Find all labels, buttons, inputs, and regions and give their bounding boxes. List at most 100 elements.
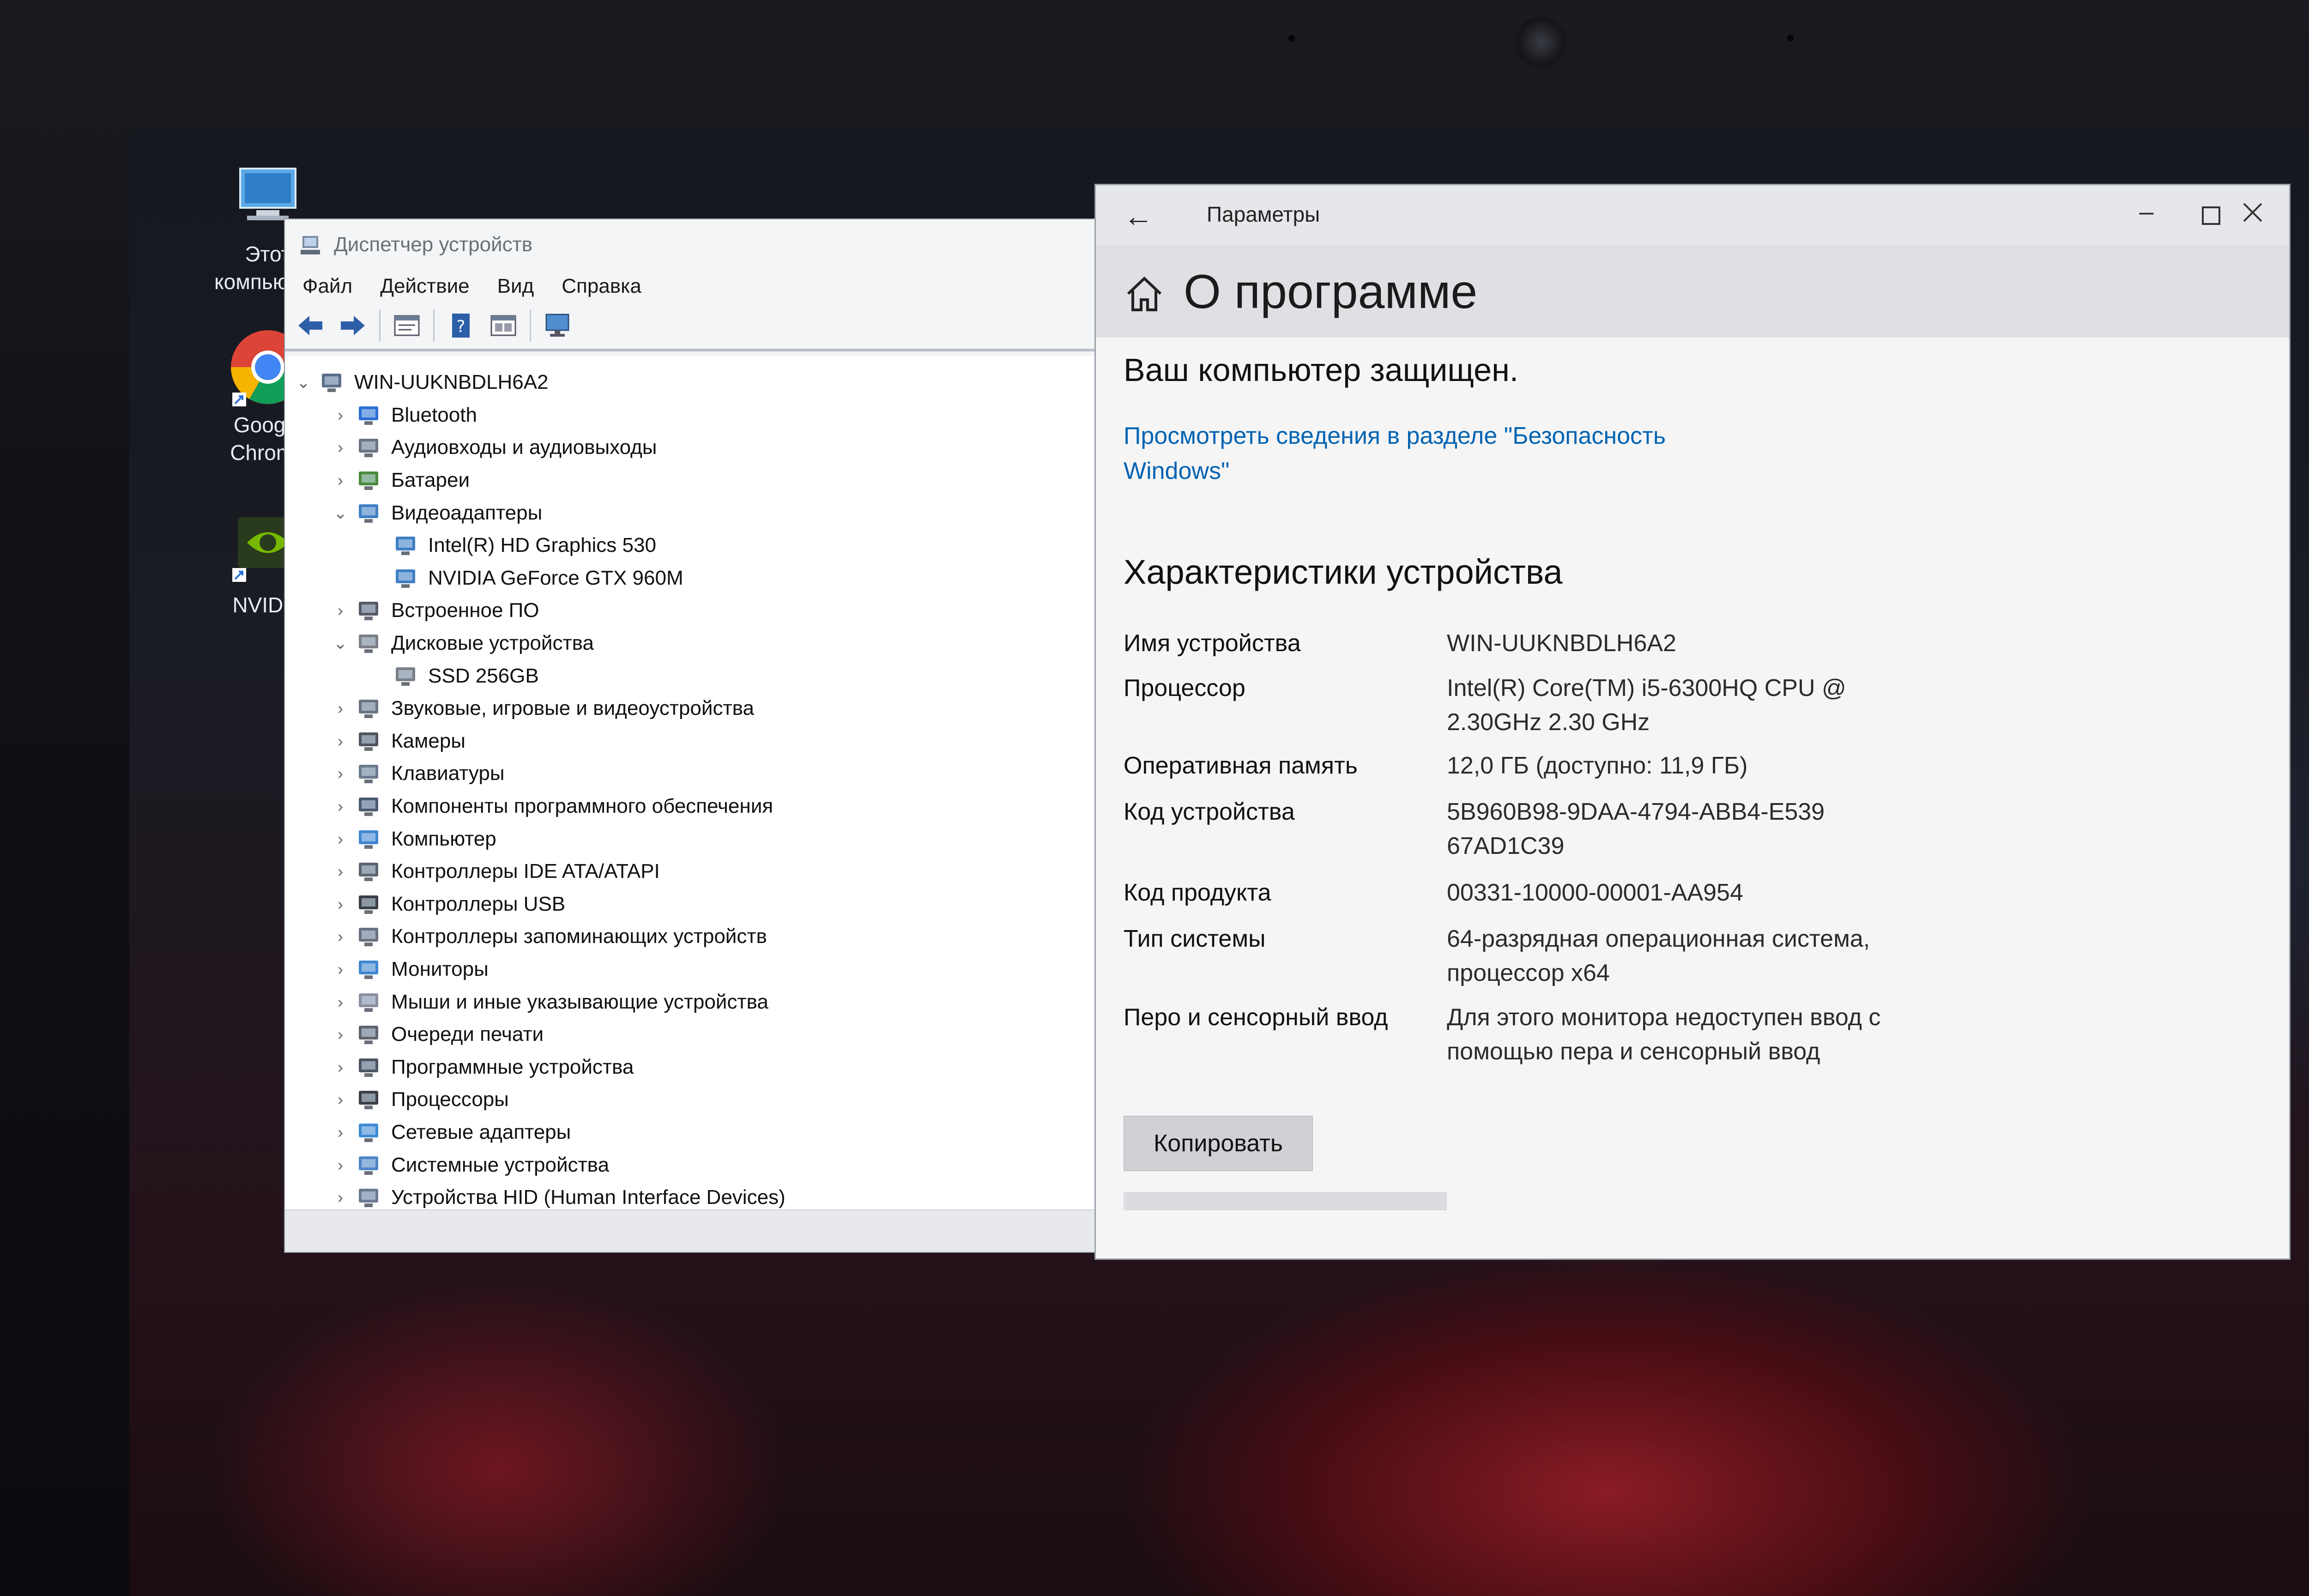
chevron-right-icon[interactable]: › <box>331 797 350 816</box>
properties-icon[interactable] <box>391 309 423 342</box>
chevron-right-icon[interactable]: › <box>331 601 350 620</box>
toolbar-separator <box>379 309 381 342</box>
device-manager-window[interactable]: Диспетчер устройств Файл Действие Вид Сп… <box>284 218 1097 1253</box>
chevron-right-icon[interactable]: › <box>331 471 350 490</box>
tree-node[interactable]: › Устройства HID (Human Interface Devices… <box>285 1181 1096 1210</box>
minimize-icon[interactable]: – <box>2126 196 2167 226</box>
settings-window[interactable]: ← Параметры – О программе Ваш компьютер … <box>1094 184 2291 1260</box>
spec-row: Код продукта 00331-10000-00001-AA954 <box>1124 876 2232 910</box>
tree-node[interactable]: › Контроллеры IDE ATA/ATAPI <box>285 855 1096 888</box>
tree-node[interactable]: ⌄ Дисковые устройства <box>285 627 1096 660</box>
chevron-right-icon[interactable]: › <box>331 1155 350 1175</box>
chevron-down-icon[interactable]: ⌄ <box>331 634 350 653</box>
tree-node[interactable]: Intel(R) HD Graphics 530 <box>285 529 1096 562</box>
spec-value: 12,0 ГБ (доступно: 11,9 ГБ) <box>1447 752 1748 779</box>
tree-node[interactable]: › Аудиовходы и аудиовыходы <box>285 431 1096 464</box>
bezel-sensor <box>1787 35 1794 42</box>
usb-icon <box>356 892 381 917</box>
chevron-right-icon[interactable]: › <box>331 764 350 783</box>
tree-node[interactable]: › Системные устройства <box>285 1149 1096 1181</box>
chevron-down-icon[interactable]: ⌄ <box>331 503 350 523</box>
battery-icon <box>356 468 381 493</box>
spec-key: Оперативная память <box>1124 752 1358 779</box>
tree-node[interactable]: › Мониторы <box>285 953 1096 986</box>
back-arrow-icon[interactable]: ← <box>1124 199 1153 233</box>
chevron-right-icon[interactable]: › <box>331 405 350 425</box>
device-tree[interactable]: ⌄ WIN-UUKNBDLH6A2 › Bluetooth › Аудиовходы и … <box>285 356 1096 1210</box>
tree-node[interactable]: › Компоненты программного обеспечения <box>285 790 1096 823</box>
tree-node[interactable]: NVIDIA GeForce GTX 960M <box>285 562 1096 595</box>
storage-controller-icon <box>356 924 381 949</box>
tree-node[interactable]: › Процессоры <box>285 1083 1096 1116</box>
tree-node[interactable]: › Мыши и иные указывающие устройства <box>285 985 1096 1018</box>
chevron-right-icon[interactable]: › <box>331 438 350 457</box>
chevron-right-icon[interactable]: › <box>331 862 350 881</box>
tree-node-label: Клавиатуры <box>391 762 505 785</box>
spec-value: Для этого монитора недоступен ввод с пом… <box>1447 1004 1881 1065</box>
toolbar: ? <box>285 302 1096 351</box>
menu-bar: Файл Действие Вид Справка <box>285 270 1096 302</box>
tree-node-label: Программные устройства <box>391 1055 634 1078</box>
chevron-right-icon[interactable]: › <box>331 1090 350 1109</box>
spec-value: 5B960B98-9DAA-4794-ABB4-E53967AD1C39 <box>1447 798 1825 859</box>
menu-view[interactable]: Вид <box>497 275 534 298</box>
computer-icon <box>319 370 344 395</box>
settings-titlebar[interactable]: ← Параметры – <box>1096 185 2289 245</box>
security-details-link[interactable]: Просмотреть сведения в разделе "Безопасн… <box>1124 418 1724 489</box>
network-adapter-icon <box>356 1120 381 1145</box>
chevron-right-icon[interactable]: › <box>331 699 350 718</box>
tree-node[interactable]: › Батареи <box>285 464 1096 497</box>
tree-node[interactable]: SSD 256GB <box>285 659 1096 692</box>
toolbar-separator <box>530 309 531 342</box>
next-section-placeholder <box>1124 1192 1447 1210</box>
chevron-right-icon[interactable]: › <box>331 927 350 946</box>
chevron-right-icon[interactable]: › <box>331 1058 350 1077</box>
chevron-right-icon[interactable]: › <box>331 732 350 751</box>
tree-node-label: Очереди печати <box>391 1023 544 1046</box>
menu-file[interactable]: Файл <box>302 275 352 298</box>
forward-arrow-icon[interactable] <box>337 309 369 342</box>
help-icon[interactable]: ? <box>445 309 477 342</box>
tree-node[interactable]: › Компьютер <box>285 822 1096 855</box>
tree-node[interactable]: › Камеры <box>285 725 1096 758</box>
menu-help[interactable]: Справка <box>562 275 641 298</box>
tree-node[interactable]: › Звуковые, игровые и видеоустройства <box>285 692 1096 725</box>
spec-value: 64-разрядная операционная система, проце… <box>1447 925 1870 986</box>
tree-node[interactable]: › Bluetooth <box>285 399 1096 432</box>
chevron-right-icon[interactable]: › <box>331 1123 350 1142</box>
bezel-sensor <box>1288 35 1295 42</box>
svg-text:?: ? <box>456 317 465 336</box>
menu-action[interactable]: Действие <box>380 275 469 298</box>
ide-controller-icon <box>356 859 381 884</box>
device-manager-titlebar[interactable]: Диспетчер устройств <box>285 219 1096 270</box>
tree-node[interactable]: ⌄ WIN-UUKNBDLH6A2 <box>285 366 1096 399</box>
tree-node[interactable]: › Контроллеры USB <box>285 888 1096 921</box>
webcam <box>1516 17 1566 67</box>
toolbar-separator <box>433 309 435 342</box>
tree-node-label: Камеры <box>391 729 465 752</box>
tree-node[interactable]: › Контроллеры запоминающих устройств <box>285 920 1096 953</box>
tree-node[interactable]: › Клавиатуры <box>285 757 1096 790</box>
desktop-screen: Этот компьютер Google Chrome NVIDIA Дисп… <box>129 129 2309 1596</box>
chevron-right-icon[interactable]: › <box>331 992 350 1012</box>
speaker-icon <box>356 696 381 721</box>
tree-node[interactable]: › Очереди печати <box>285 1018 1096 1051</box>
chevron-right-icon[interactable]: › <box>331 960 350 979</box>
chevron-right-icon[interactable]: › <box>331 1025 350 1044</box>
home-icon[interactable] <box>1124 273 1165 314</box>
chevron-right-icon[interactable]: › <box>331 829 350 849</box>
maximize-icon[interactable] <box>2190 202 2232 232</box>
close-icon[interactable] <box>2232 200 2273 230</box>
chevron-right-icon[interactable]: › <box>331 895 350 914</box>
tree-node[interactable]: ⌄ Видеоадаптеры <box>285 496 1096 529</box>
chevron-down-icon[interactable]: ⌄ <box>294 373 313 392</box>
tree-node[interactable]: › Программные устройства <box>285 1051 1096 1083</box>
copy-button[interactable]: Копировать <box>1124 1116 1313 1171</box>
tree-node[interactable]: › Встроенное ПО <box>285 594 1096 627</box>
back-arrow-icon[interactable] <box>294 309 326 342</box>
monitor-icon[interactable] <box>541 309 574 342</box>
view-icon[interactable] <box>487 309 520 342</box>
chevron-right-icon[interactable]: › <box>331 1188 350 1207</box>
spec-value: Intel(R) Core(TM) i5-6300HQ CPU @ 2.30GH… <box>1447 675 1846 736</box>
tree-node[interactable]: › Сетевые адаптеры <box>285 1116 1096 1149</box>
